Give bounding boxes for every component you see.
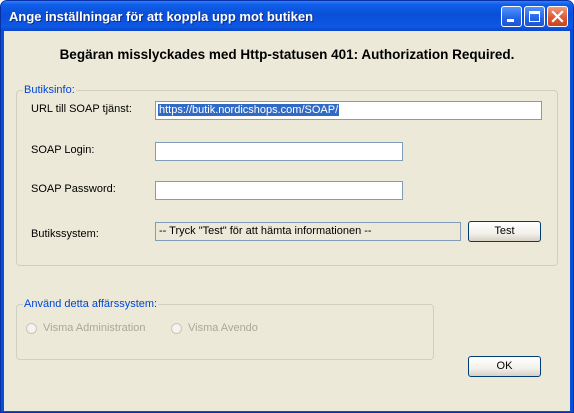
minimize-button[interactable] <box>501 6 522 27</box>
soap-url-input[interactable]: https://butik.nordicshops.com/SOAP/ <box>155 101 542 120</box>
close-icon <box>551 10 564 23</box>
radio-circle-icon <box>171 322 182 334</box>
login-label: SOAP Login: <box>31 144 95 156</box>
error-message: Begäran misslyckades med Http-statusen 4… <box>59 47 515 62</box>
radio-label: Visma Avendo <box>188 322 258 334</box>
radio-label: Visma Administration <box>43 322 146 334</box>
minimize-icon <box>507 19 514 22</box>
radio-circle-icon <box>26 322 37 334</box>
ok-button[interactable]: OK <box>468 356 541 377</box>
url-label: URL till SOAP tjänst: <box>31 103 132 115</box>
soap-url-value: https://butik.nordicshops.com/SOAP/ <box>158 104 340 116</box>
business-system-legend: Använd detta affärssystem: <box>24 298 158 310</box>
dialog-window: Ange inställningar för att koppla upp mo… <box>0 0 574 413</box>
window-title: Ange inställningar för att koppla upp mo… <box>9 9 314 24</box>
title-bar[interactable]: Ange inställningar för att koppla upp mo… <box>1 1 573 31</box>
maximize-button[interactable] <box>524 6 545 27</box>
soap-password-input[interactable] <box>155 181 403 200</box>
radio-visma-administration[interactable]: Visma Administration <box>26 322 146 334</box>
shop-info-legend: Butiksinfo: <box>24 84 75 96</box>
maximize-icon <box>529 11 540 22</box>
dialog-body: Begäran misslyckades med Http-statusen 4… <box>4 31 570 411</box>
close-button[interactable] <box>547 6 568 27</box>
soap-login-input[interactable] <box>155 142 403 161</box>
password-label: SOAP Password: <box>31 183 116 195</box>
shop-system-label: Butikssystem: <box>31 228 99 240</box>
shop-system-field: -- Tryck "Test" för att hämta informatio… <box>155 222 461 241</box>
test-button[interactable]: Test <box>468 221 541 242</box>
radio-visma-avendo[interactable]: Visma Avendo <box>171 322 258 334</box>
